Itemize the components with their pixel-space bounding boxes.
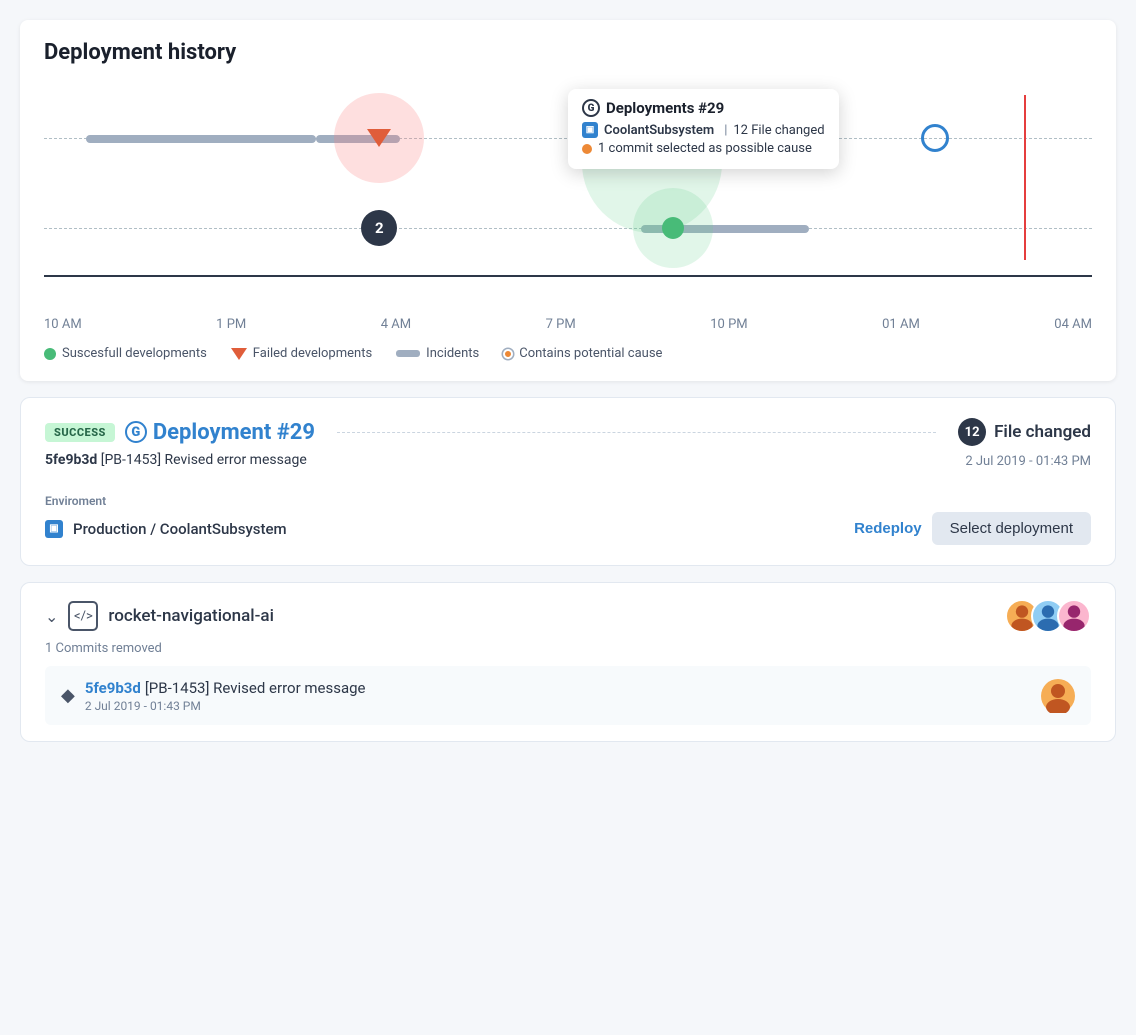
file-count-badge: 12 [958, 418, 986, 446]
avatar-3 [1057, 599, 1091, 633]
legend-cause-label: Contains potential cause [519, 346, 662, 361]
timeline-axis [44, 275, 1092, 277]
legend-orange-dot [503, 349, 513, 359]
tooltip-file-changed: 12 File changed [733, 123, 824, 138]
legend-green-dot [44, 348, 56, 360]
timeline-failed-marker [367, 129, 391, 147]
timeline-red-line [1024, 95, 1026, 260]
legend-cause: Contains potential cause [503, 346, 662, 361]
redeploy-button[interactable]: Redeploy [854, 520, 922, 537]
deploy-title-icon: G [125, 421, 147, 443]
dashed-line-bottom [44, 228, 1092, 229]
deploy-date: 2 Jul 2019 - 01:43 PM [965, 454, 1091, 469]
deploy-title: G Deployment #29 [125, 420, 315, 445]
timeline-label-4: 10 PM [710, 317, 747, 332]
commit-item: ◆ 5fe9b3d [PB-1453] Revised error messag… [45, 666, 1091, 725]
tooltip-cause-text: 1 commit selected as possible cause [598, 141, 812, 156]
env-name: Production / CoolantSubsystem [73, 520, 287, 538]
timeline-label-3: 7 PM [546, 317, 576, 332]
legend-incidents-label: Incidents [426, 346, 479, 361]
tooltip-deploy-icon: G [582, 99, 600, 117]
tooltip-title: G Deployments #29 [582, 99, 825, 117]
legend: Suscesfull developments Failed developme… [44, 346, 1092, 361]
deploy-header: SUCCESS G Deployment #29 12 File changed [45, 418, 1091, 446]
tooltip-env-row: ▣ CoolantSubsystem | 12 File changed [582, 122, 825, 138]
legend-failed: Failed developments [231, 346, 372, 361]
timeline-area: 2 ☞ G Deployments #29 ▣ CoolantSubsystem… [44, 83, 1092, 303]
commit-item-content: 5fe9b3d [PB-1453] Revised error message … [85, 678, 366, 713]
commit-item-msg: [PB-1453] Revised error message [145, 679, 366, 697]
select-deployment-button[interactable]: Select deployment [932, 512, 1091, 545]
commit-item-hash[interactable]: 5fe9b3d [85, 679, 141, 697]
timeline-label-1: 1 PM [216, 317, 246, 332]
timeline-deploy-marker-2 [662, 217, 684, 239]
page-container: Deployment history [20, 20, 1116, 742]
commit-line: 5fe9b3d [PB-1453] Revised error message [45, 452, 307, 468]
commits-removed: 1 Commits removed [45, 641, 1091, 656]
commit-hash: 5fe9b3d [45, 452, 97, 468]
commit-dot-icon: ◆ [61, 685, 75, 706]
repo-chevron-icon[interactable]: ⌄ [45, 607, 58, 626]
commit-msg: [PB-1453] Revised error message [101, 452, 307, 468]
deploy-title-text: Deployment #29 [153, 420, 315, 445]
legend-incidents: Incidents [396, 346, 479, 361]
deployment-card: SUCCESS G Deployment #29 12 File changed… [20, 397, 1116, 566]
legend-successful-label: Suscesfull developments [62, 346, 207, 361]
tooltip-env: CoolantSubsystem [604, 123, 714, 138]
repo-header: ⌄ </> rocket-navigational-ai [45, 599, 1091, 633]
tooltip-cause-row: 1 commit selected as possible cause [582, 141, 825, 156]
timeline-labels: 10 AM 1 PM 4 AM 7 PM 10 PM 01 AM 04 AM [44, 311, 1092, 332]
commit-item-avatar [1041, 679, 1075, 713]
commit-item-date: 2 Jul 2019 - 01:43 PM [85, 699, 366, 713]
legend-incident-bar [396, 350, 420, 357]
file-changed-label: File changed [994, 422, 1091, 442]
timeline-tooltip: G Deployments #29 ▣ CoolantSubsystem | 1… [568, 89, 839, 169]
incident-bar-1 [86, 135, 317, 143]
repo-section: ⌄ </> rocket-navigational-ai 1 Commits r… [20, 582, 1116, 742]
timeline-current-marker [921, 124, 949, 152]
status-badge: SUCCESS [45, 423, 115, 442]
avatars-group [1013, 599, 1091, 633]
timeline-label-0: 10 AM [44, 317, 82, 332]
title-divider [337, 432, 936, 433]
repo-icon: </> [68, 601, 98, 631]
timeline-label-5: 01 AM [882, 317, 920, 332]
tooltip-env-icon: ▣ [582, 122, 598, 138]
timeline-badge: 2 [361, 210, 397, 246]
env-icon: ▣ [45, 520, 63, 538]
page-title: Deployment history [44, 40, 1092, 65]
tooltip-cause-dot [582, 144, 592, 154]
env-label: Enviroment [45, 494, 1091, 508]
repo-name: rocket-navigational-ai [108, 606, 274, 626]
timeline-label-2: 4 AM [381, 317, 411, 332]
tooltip-separator: | [724, 123, 727, 138]
file-changed-area: 12 File changed [958, 418, 1091, 446]
legend-successful: Suscesfull developments [44, 346, 207, 361]
timeline-label-6: 04 AM [1054, 317, 1092, 332]
deploy-env-row: ▣ Production / CoolantSubsystem Redeploy… [45, 512, 1091, 545]
legend-failed-label: Failed developments [253, 346, 372, 361]
legend-triangle [231, 348, 247, 360]
